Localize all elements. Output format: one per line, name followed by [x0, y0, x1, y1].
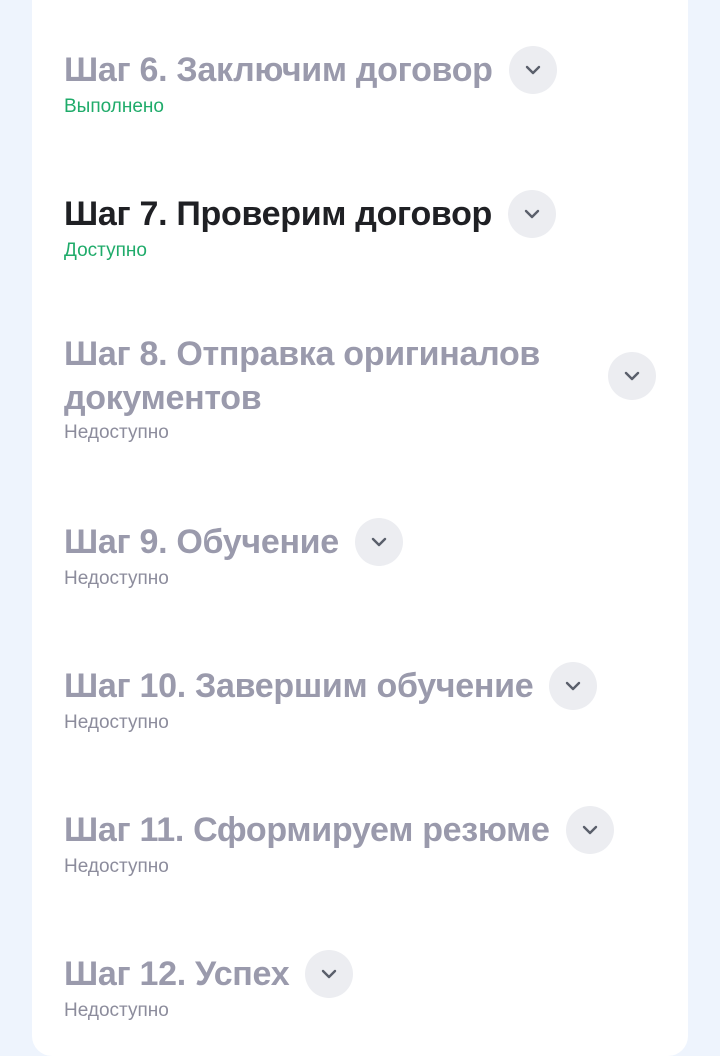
step-11-title: Шаг 11. Сформируем резюме: [64, 811, 550, 849]
step-6: Шаг 6. Заключим договор Выполнено: [64, 46, 664, 118]
step-7-title: Шаг 7. Проверим договор: [64, 195, 493, 233]
step-8: Шаг 8. Отправка оригиналов документов Не…: [64, 332, 664, 444]
step-10-status: Недоступно: [64, 712, 169, 733]
chevron-down-icon: [624, 371, 640, 381]
step-12-title: Шаг 12. Успех: [64, 955, 290, 993]
step-10: Шаг 10. Завершим обучение Недоступно: [64, 662, 664, 734]
step-12-status: Недоступно: [64, 1000, 169, 1021]
chevron-down-icon: [582, 825, 597, 835]
step-10-title: Шаг 10. Завершим обучение: [64, 667, 534, 705]
step-6-status: Выполнено: [64, 96, 164, 117]
chevron-down-icon: [322, 969, 337, 979]
step-11-status: Недоступно: [64, 856, 169, 877]
step-9-title: Шаг 9. Обучение: [64, 523, 339, 561]
chevron-down-icon: [566, 681, 581, 691]
step-7: Шаг 7. Проверим договор Доступно: [64, 190, 664, 262]
step-8-title: Шаг 8. Отправка оригиналов документов: [64, 335, 541, 417]
step-6-expand-button[interactable]: [508, 46, 557, 94]
step-11: Шаг 11. Сформируем резюме Недоступно: [64, 806, 664, 878]
step-12: Шаг 12. Успех Недоступно: [64, 950, 664, 1022]
step-9-expand-button[interactable]: [354, 518, 403, 566]
step-6-title: Шаг 6. Заключим договор: [64, 51, 493, 89]
step-8-status: Недоступно: [64, 422, 169, 443]
step-7-status: Доступно: [64, 240, 147, 261]
chevron-down-icon: [371, 537, 387, 547]
step-7-expand-button[interactable]: [508, 190, 557, 238]
step-10-expand-button[interactable]: [549, 662, 598, 710]
step-8-expand-button[interactable]: [608, 352, 656, 400]
chevron-down-icon: [525, 65, 540, 75]
step-11-expand-button[interactable]: [565, 806, 614, 854]
step-9: Шаг 9. Обучение Недоступно: [64, 518, 664, 590]
step-9-status: Недоступно: [64, 568, 169, 589]
chevron-down-icon: [524, 209, 540, 219]
step-12-expand-button[interactable]: [305, 950, 354, 998]
